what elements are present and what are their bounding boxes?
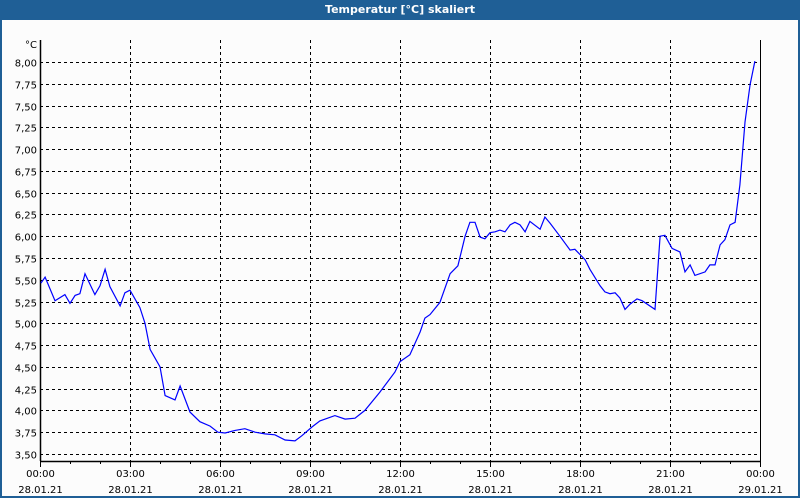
- x-tick-time-label: 15:00: [476, 469, 505, 480]
- y-tick-label: 4,25: [15, 386, 37, 397]
- x-tick-date-label: 28.01.21: [648, 485, 693, 496]
- y-tick-label: 6,25: [15, 211, 37, 222]
- x-tick-date-label: 28.01.21: [18, 485, 63, 496]
- x-tick-time-label: 18:00: [566, 469, 595, 480]
- y-tick-label: 5,25: [15, 299, 37, 310]
- y-tick-label: 7,00: [15, 146, 37, 157]
- x-tick-time-label: 21:00: [656, 469, 685, 480]
- x-tick-date-label: 28.01.21: [378, 485, 423, 496]
- temperature-chart: 3,50 3,75 4,00 4,25 4,50 4,75 5,00 5,25 5,50 5,75…: [15, 40, 783, 496]
- y-tick-label: 7,75: [15, 81, 37, 92]
- y-tick-label: 3,50: [15, 451, 37, 462]
- y-tick-label: 5,50: [15, 277, 37, 288]
- x-tick-time-label: 03:00: [116, 469, 145, 480]
- x-tick-date-label: 28.01.21: [198, 485, 243, 496]
- x-tick-date-label: 28.01.21: [558, 485, 603, 496]
- y-tick-label: 7,50: [15, 103, 37, 114]
- y-tick-label: 7,25: [15, 124, 37, 135]
- y-tick-label: 4,00: [15, 407, 37, 418]
- x-tick-time-label: 00:00: [26, 469, 55, 480]
- x-tick-date-label: 28.01.21: [108, 485, 153, 496]
- y-tick-label: 3,75: [15, 429, 37, 440]
- x-tick-time-label: 00:00: [746, 469, 775, 480]
- y-tick-label: 6,00: [15, 233, 37, 244]
- y-tick-label: 8,00: [15, 59, 37, 70]
- y-tick-label: 4,50: [15, 364, 37, 375]
- y-tick-label: 6,75: [15, 168, 37, 179]
- y-axis-unit-label: °C: [25, 40, 37, 51]
- x-tick-time-label: 09:00: [296, 469, 325, 480]
- y-tick-label: 5,00: [15, 320, 37, 331]
- y-tick-label: 6,50: [15, 190, 37, 201]
- x-tick-date-label: 28.01.21: [288, 485, 333, 496]
- temperature-series-line: [40, 60, 756, 442]
- x-tick-time-label: 12:00: [386, 469, 415, 480]
- y-tick-label: 4,75: [15, 342, 37, 353]
- x-tick-date-label: 28.01.21: [468, 485, 513, 496]
- x-tick-time-label: 06:00: [206, 469, 235, 480]
- y-tick-label: 5,75: [15, 255, 37, 266]
- x-tick-date-label: 29.01.21: [738, 485, 783, 496]
